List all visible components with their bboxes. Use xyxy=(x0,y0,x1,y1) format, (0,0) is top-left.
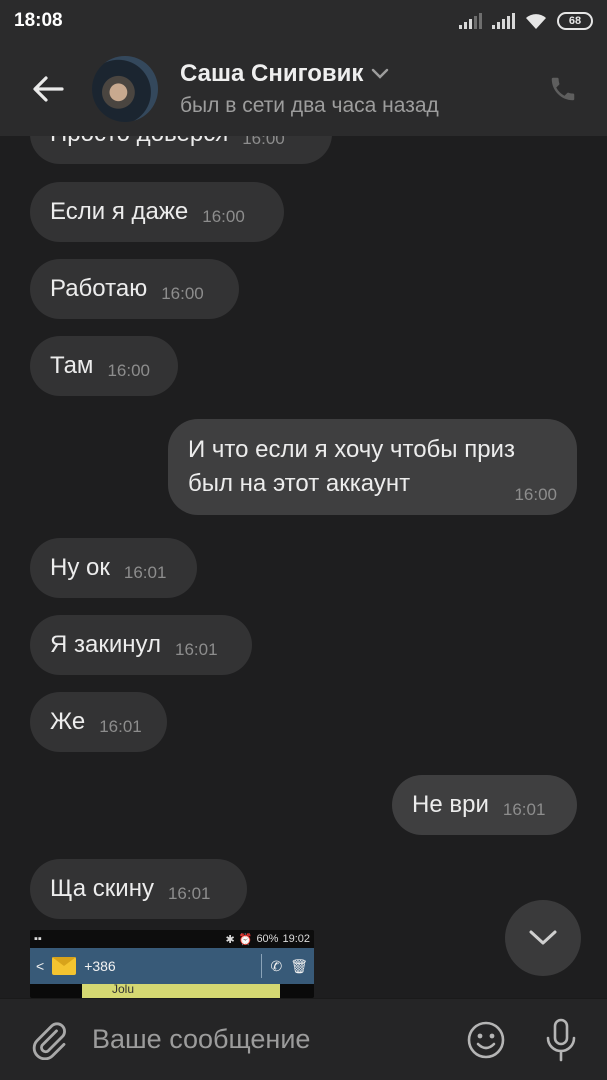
thumb-toolbar: < +386 ✆ 🗑 xyxy=(30,948,314,984)
message-outgoing[interactable]: И что если я хочу чтобы приз был на этот… xyxy=(168,419,577,515)
scroll-down-button[interactable] xyxy=(505,900,581,976)
message-time: 16:01 xyxy=(175,640,218,659)
chat-screen: 18:08 68 Саша Сниговик часа назад Просто… xyxy=(0,0,607,1080)
message-text-line2: был на этот аккаунт xyxy=(188,470,411,497)
message-incoming[interactable]: Я закинул 16:01 xyxy=(30,615,252,675)
message-text: Если я даже xyxy=(50,198,189,225)
chevron-down-icon xyxy=(372,68,389,79)
message-text: Я закинул xyxy=(50,631,161,658)
message-text: Не ври xyxy=(412,791,489,818)
paperclip-icon xyxy=(32,1021,66,1060)
message-incoming[interactable]: Ща скину 16:01 xyxy=(30,859,247,919)
message-text: Там xyxy=(50,352,94,379)
message-text: Же xyxy=(50,708,86,735)
message-text: Работаю xyxy=(50,275,148,302)
alarm-icon: ⏰ xyxy=(238,933,253,946)
bluetooth-icon: ✱ xyxy=(225,933,235,946)
envelope-icon xyxy=(52,957,77,975)
voice-button[interactable] xyxy=(541,1017,581,1063)
message-outgoing[interactable]: Не ври 16:01 xyxy=(392,775,577,835)
contact-status: был в сети два часа назад xyxy=(180,94,439,117)
attach-button[interactable] xyxy=(24,1015,74,1065)
signal-icon xyxy=(459,13,482,29)
message-incoming[interactable]: Же 16:01 xyxy=(30,692,167,752)
avatar[interactable] xyxy=(92,56,158,122)
smiley-icon xyxy=(467,1021,505,1058)
arrow-left-icon xyxy=(33,76,64,102)
thumb-status-right: ✱ ⏰ 60% 19:02 xyxy=(226,933,310,946)
battery-level: 68 xyxy=(568,15,582,27)
thumb-time: 19:02 xyxy=(282,933,310,945)
contact-name-row: Саша Сниговик xyxy=(180,60,439,88)
message-text: Ну ок xyxy=(50,554,110,581)
message-text-line1: И что если я хочу чтобы приз xyxy=(188,436,515,463)
message-time: 16:00 xyxy=(107,361,150,380)
message-time: 16:01 xyxy=(502,800,546,819)
contact-info[interactable]: Саша Сниговик был в сети два часа назад xyxy=(180,60,439,118)
battery-icon: 68 xyxy=(557,12,593,30)
thumb-phone-number: +386 xyxy=(84,958,116,974)
message-incoming[interactable]: Работаю 16:00 xyxy=(30,259,239,319)
message-incoming[interactable]: Там 16:00 xyxy=(30,336,178,396)
message-input[interactable] xyxy=(92,1014,446,1065)
message-time: 16:00 xyxy=(514,485,557,504)
phone-icon xyxy=(551,77,575,101)
thumb-battery: 60% xyxy=(256,933,279,945)
thumb-phone-icon: ✆ xyxy=(270,957,283,974)
thumb-back-icon: < xyxy=(36,958,45,974)
status-time: 18:08 xyxy=(14,10,63,31)
message-time: 16:01 xyxy=(123,563,167,582)
message-incoming[interactable]: Если я даже 16:00 xyxy=(30,182,284,242)
thumb-status-bar: ▪▪ ✱ ⏰ 60% 19:02 xyxy=(30,930,314,948)
message-incoming[interactable]: Ну ок 16:01 xyxy=(30,538,197,598)
message-composer xyxy=(0,998,607,1080)
signal-icon xyxy=(492,13,515,29)
message-time: 16:01 xyxy=(167,884,211,903)
thumb-partial-text: Jolu xyxy=(112,982,135,996)
wifi-icon xyxy=(525,12,547,30)
thumb-trash-icon: 🗑 xyxy=(290,957,308,974)
microphone-icon xyxy=(546,1018,576,1061)
contact-name: Саша Сниговик xyxy=(180,60,364,87)
thumb-message-bubble: Jolu xyxy=(82,982,280,998)
chevron-down-icon xyxy=(529,930,557,945)
thumb-app-icon: ▪▪ xyxy=(34,933,42,945)
image-attachment[interactable]: ▪▪ ✱ ⏰ 60% 19:02 < +386 ✆ 🗑 Jolu xyxy=(30,930,314,998)
back-button[interactable] xyxy=(0,42,96,136)
thumb-divider xyxy=(261,954,263,978)
header-front: Саша Сниговик был в сети два часа назад xyxy=(0,42,607,136)
emoji-button[interactable] xyxy=(463,1017,509,1063)
message-time: 16:00 xyxy=(202,207,245,226)
message-time: 16:00 xyxy=(161,284,204,303)
call-button[interactable] xyxy=(543,69,583,109)
message-text: Ща скину xyxy=(50,875,154,902)
status-indicators: 68 xyxy=(459,12,593,30)
status-bar: 18:08 68 xyxy=(0,0,607,42)
message-time: 16:01 xyxy=(99,717,142,736)
